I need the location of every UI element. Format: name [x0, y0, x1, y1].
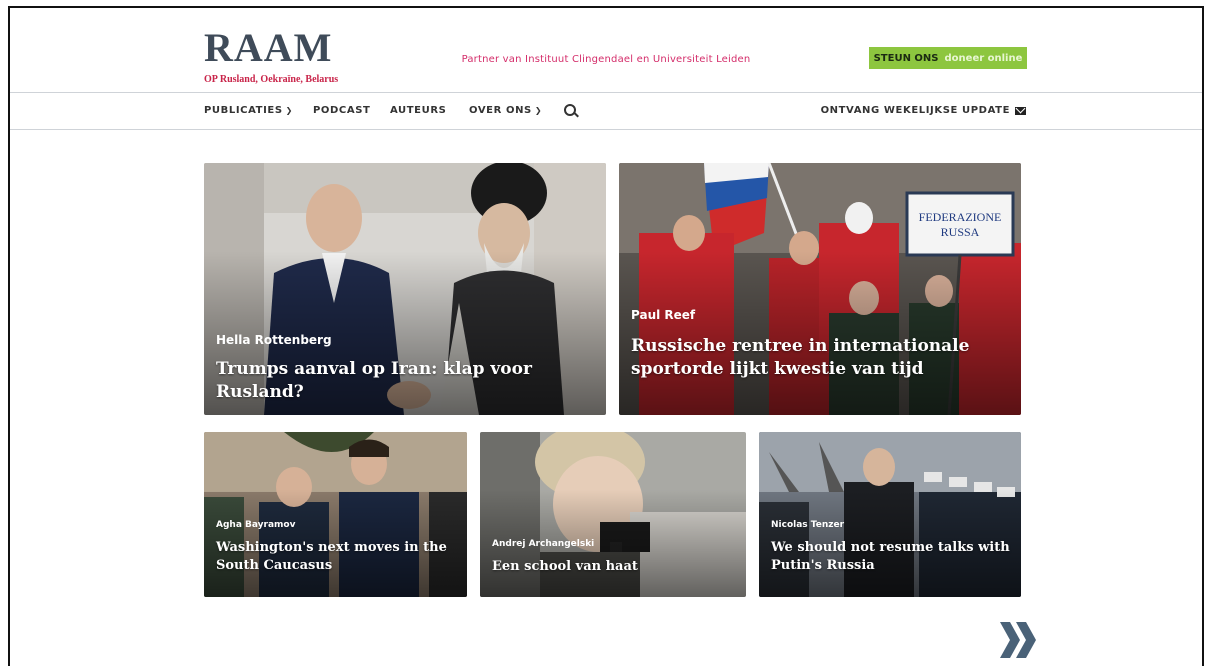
weekly-update-link[interactable]: ONTVANG WEKELIJKSE UPDATE: [821, 93, 1026, 129]
weekly-update-label: ONTVANG WEKELIJKSE UPDATE: [820, 105, 1010, 116]
nav-item-publicaties[interactable]: PUBLICATIES ❯: [204, 93, 293, 129]
article-card-south-caucasus[interactable]: Agha Bayramov Washington's next moves in…: [204, 432, 467, 597]
nav-item-label: AUTEURS: [390, 105, 447, 116]
envelope-icon: [1015, 107, 1026, 115]
browser-frame: RAAM OP Rusland, Oekraïne, Belarus Partn…: [8, 6, 1204, 666]
search-icon[interactable]: [564, 104, 576, 116]
nav-item-label: OVER ONS: [469, 105, 532, 116]
chevron-down-icon: ❯: [534, 106, 543, 115]
article-card-trump-iran[interactable]: Hella Rottenberg Trumps aanval op Iran: …: [204, 163, 606, 415]
article-title: Washington's next moves in the South Cau…: [216, 540, 447, 573]
article-title: We should not resume talks with Putin's …: [771, 540, 1010, 573]
article-author: Agha Bayramov: [216, 520, 296, 530]
logo-sub-rest: Rusland, Oekraïne, Belarus: [219, 74, 339, 85]
nav-item-over-ons[interactable]: OVER ONS ❯: [469, 93, 542, 129]
doneer-label: doneer online: [944, 52, 1023, 64]
steun-ons-button[interactable]: STEUN ONS doneer online: [869, 47, 1027, 69]
main-nav: PUBLICATIES ❯ PODCAST AUTEURS OVER ONS ❯ O…: [10, 92, 1202, 130]
article-author: Andrej Archangelski: [492, 539, 595, 549]
logo-subtitle: OP Rusland, Oekraïne, Belarus: [204, 74, 338, 85]
article-author: Hella Rottenberg: [216, 333, 332, 347]
article-card-putin-talks[interactable]: Nicolas Tenzer We should not resume talk…: [759, 432, 1021, 597]
chevron-down-icon: ❯: [285, 106, 293, 115]
nav-item-label: PUBLICATIES: [204, 105, 283, 116]
nav-item-auteurs[interactable]: AUTEURS: [390, 93, 446, 129]
nav-item-podcast[interactable]: PODCAST: [313, 93, 370, 129]
article-title: Trumps aanval op Iran: klap voor Rusland…: [216, 359, 532, 402]
article-card-school[interactable]: Andrej Archangelski Een school van haat: [480, 432, 746, 597]
steun-label: STEUN ONS: [873, 52, 939, 64]
nav-item-label: PODCAST: [313, 105, 371, 116]
article-author: Nicolas Tenzer: [771, 520, 845, 530]
article-card-sport[interactable]: FEDERAZIONE RUSSA Paul Reef Russische re…: [619, 163, 1021, 415]
article-title: Russische rentree in internationale spor…: [631, 336, 970, 379]
site-header: RAAM OP Rusland, Oekraïne, Belarus Partn…: [10, 8, 1202, 92]
article-title: Een school van haat: [492, 559, 638, 574]
next-page-double-chevron-icon[interactable]: [998, 620, 1038, 660]
article-author: Paul Reef: [631, 308, 696, 322]
logo-sub-op: OP: [204, 74, 218, 85]
